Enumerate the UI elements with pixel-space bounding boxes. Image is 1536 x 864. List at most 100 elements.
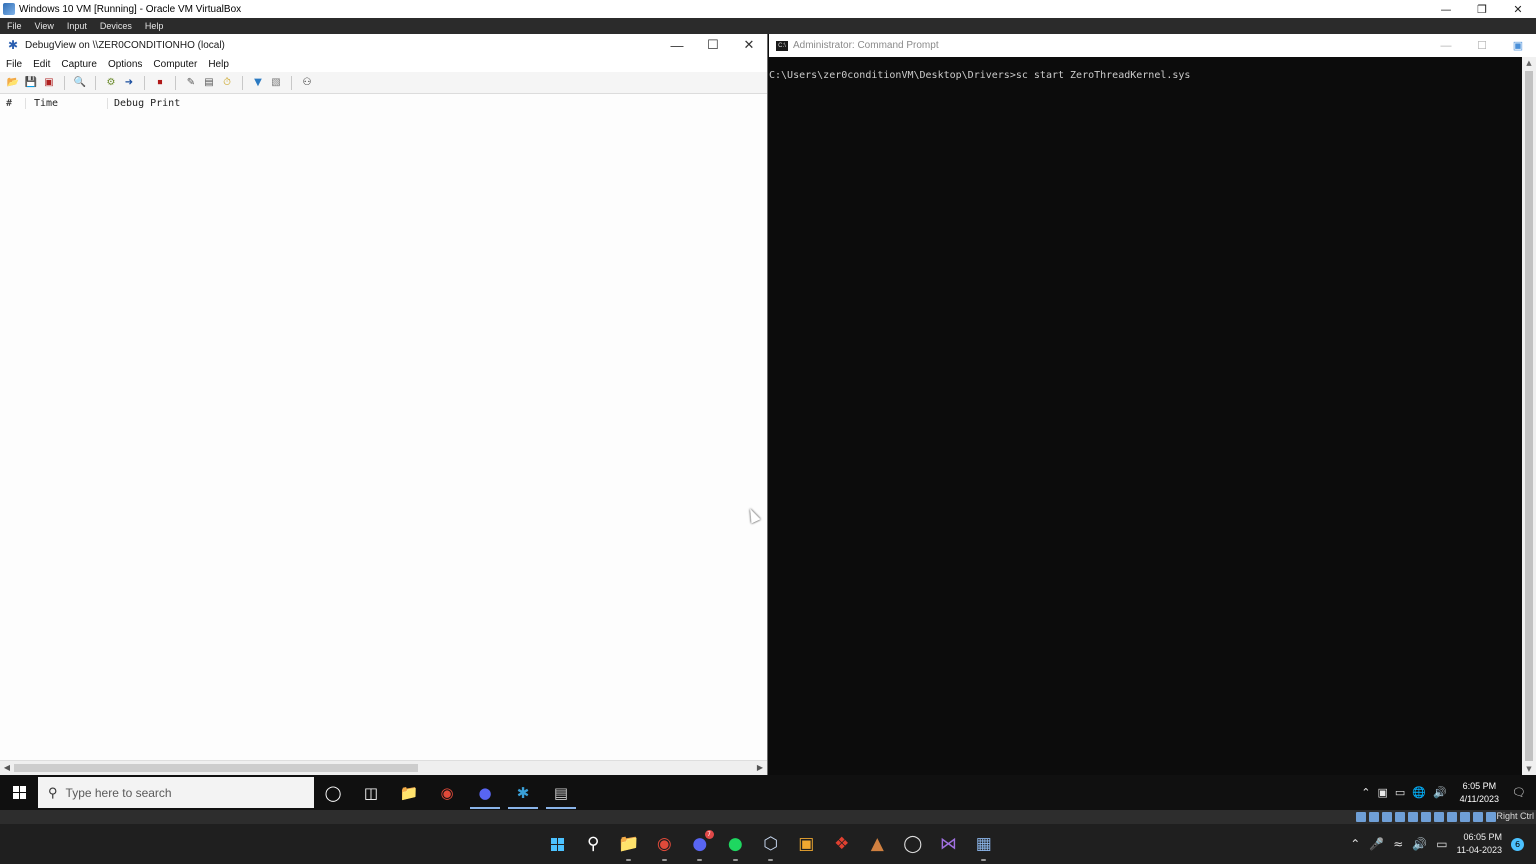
cmd-taskbar-icon[interactable]: ▤ [542, 775, 580, 810]
vertical-scrollbar[interactable]: ▲ ▼ [1522, 57, 1536, 775]
notifications-icon[interactable]: 🗨 [1512, 786, 1526, 799]
disk-icon[interactable] [1356, 812, 1366, 822]
host-file-explorer-icon[interactable]: 📁 [611, 824, 647, 864]
host-system-tray: ⌃ 🎤 ≈ 🔊 ▭ 06:05 PM 11-04-2023 6 [1350, 824, 1524, 864]
task-view-icon[interactable]: ◫ [352, 775, 390, 810]
menu-file[interactable]: File [0, 59, 27, 70]
open-icon[interactable]: 📂 [6, 76, 20, 90]
close-button[interactable]: ✕ [1500, 0, 1536, 18]
battery-icon[interactable]: ▭ [1395, 786, 1405, 799]
display-icon[interactable] [1434, 812, 1444, 822]
usb-icon[interactable] [1408, 812, 1418, 822]
host-wifi-icon[interactable]: ≈ [1393, 837, 1403, 851]
shared-folder-icon[interactable] [1421, 812, 1431, 822]
log-table-body[interactable] [0, 114, 767, 760]
menu-edit[interactable]: Edit [27, 59, 55, 70]
clock-icon[interactable]: ⏱ [220, 76, 234, 90]
host-clock[interactable]: 06:05 PM 11-04-2023 [1457, 831, 1502, 857]
host-chrome-icon[interactable]: ◉ [647, 824, 683, 864]
show-hidden-icons-icon[interactable]: ⌃ [1361, 786, 1370, 799]
minimize-button[interactable]: — [1428, 0, 1464, 18]
stop-capture-icon[interactable]: ⏹ [153, 76, 167, 90]
scrollbar-thumb[interactable] [14, 764, 418, 772]
restore-button[interactable]: ❐ [1464, 0, 1500, 18]
debugview-minimize-button[interactable]: — [659, 34, 695, 56]
host-show-hidden-icons-icon[interactable]: ⌃ [1350, 837, 1360, 851]
audio-icon[interactable] [1382, 812, 1392, 822]
debugview-maximize-button[interactable]: ☐ [695, 34, 731, 56]
cpu-icon[interactable] [1460, 812, 1470, 822]
cmd-minimize-button[interactable]: — [1428, 34, 1464, 57]
network-icon[interactable]: 🌐 [1412, 786, 1426, 799]
menu-options[interactable]: Options [102, 59, 147, 70]
host-notification-count[interactable]: 6 [1511, 837, 1524, 851]
vbox-menu-view[interactable]: View [28, 21, 60, 31]
volume-icon[interactable]: 🔊 [1433, 786, 1447, 799]
optical-drive-icon[interactable] [1369, 812, 1379, 822]
menu-computer[interactable]: Computer [147, 59, 202, 70]
column-header-time[interactable]: Time [26, 97, 108, 109]
cmd-close-button[interactable]: ▣ [1500, 34, 1536, 57]
find-icon[interactable]: ⚇ [300, 76, 314, 90]
vbox-menu-file[interactable]: File [0, 21, 28, 31]
scrollbar-thumb[interactable] [1525, 71, 1533, 761]
save-icon[interactable]: 💾 [24, 76, 38, 90]
debugview-close-button[interactable]: ✕ [731, 34, 767, 56]
host-microphone-icon[interactable]: 🎤 [1369, 837, 1384, 851]
start-button[interactable] [0, 775, 38, 810]
horizontal-scrollbar[interactable]: ◀ ▶ [0, 760, 767, 775]
cortana-icon[interactable]: ◯ [314, 775, 352, 810]
network-adapter-icon[interactable] [1395, 812, 1405, 822]
capture-kernel-icon[interactable]: ⚙ [104, 76, 118, 90]
menu-help[interactable]: Help [202, 59, 234, 70]
history-icon[interactable]: ▤ [202, 76, 216, 90]
debugview-title-bar[interactable]: ✱ DebugView on \\ZER0CONDITIONHO (local)… [0, 34, 767, 56]
capture-icon[interactable]: 🔍 [73, 76, 87, 90]
mouse-integration-icon[interactable] [1473, 812, 1483, 822]
cmd-console-output[interactable]: C:\Users\zer0conditionVM\Desktop\Drivers… [769, 57, 1536, 81]
host-obs-icon[interactable]: ◯ [895, 824, 931, 864]
guest-desktop: ✱ DebugView on \\ZER0CONDITIONHO (local)… [0, 34, 1536, 810]
vbox-window-title: Windows 10 VM [Running] - Oracle VM Virt… [19, 3, 242, 15]
tray-app-icon[interactable]: ▣ [1377, 786, 1387, 799]
vbox-menu-devices[interactable]: Devices [93, 21, 138, 31]
vbox-menu-input[interactable]: Input [60, 21, 93, 31]
discord-icon[interactable]: ● [466, 775, 504, 810]
scroll-down-icon[interactable]: ▼ [1522, 763, 1536, 775]
filter-icon[interactable]: ▼ [251, 76, 265, 90]
column-header-index[interactable]: # [0, 97, 26, 109]
chrome-icon[interactable]: ◉ [428, 775, 466, 810]
host-vm-window-icon[interactable]: ▦ [966, 824, 1002, 864]
taskbar-search-box[interactable]: ⚲ Type here to search [38, 777, 314, 808]
file-explorer-icon[interactable]: 📁 [390, 775, 428, 810]
recording-icon[interactable] [1447, 812, 1457, 822]
host-battery-icon[interactable]: ▭ [1436, 837, 1447, 851]
highlight-icon[interactable]: ▧ [269, 76, 283, 90]
scroll-left-icon[interactable]: ◀ [0, 762, 14, 774]
column-header-debug-print[interactable]: Debug Print [108, 98, 180, 109]
clear-icon[interactable]: ▣ [42, 76, 56, 90]
vbox-menu-help[interactable]: Help [138, 21, 170, 31]
host-visual-studio-icon[interactable]: ⋈ [931, 824, 967, 864]
host-davinci-icon[interactable]: ▣ [789, 824, 825, 864]
menu-capture[interactable]: Capture [55, 59, 102, 70]
host-volume-icon[interactable]: 🔊 [1412, 837, 1427, 851]
discord-notification-badge: 7 [704, 830, 714, 839]
guest-clock[interactable]: 6:05 PM 4/11/2023 [1460, 780, 1499, 806]
host-git-icon[interactable]: ❖ [824, 824, 860, 864]
host-spotify-icon[interactable]: ● [718, 824, 754, 864]
scroll-up-icon[interactable]: ▲ [1522, 57, 1536, 69]
host-virtualbox-icon[interactable]: ⬡ [753, 824, 789, 864]
keyboard-icon[interactable] [1486, 812, 1496, 822]
host-start-button[interactable] [540, 824, 576, 864]
cmd-maximize-button[interactable]: ☐ [1464, 34, 1500, 57]
scroll-right-icon[interactable]: ▶ [753, 762, 767, 774]
host-search-icon[interactable]: ⚲ [576, 824, 612, 864]
host-discord-icon[interactable]: ● 7 [682, 824, 718, 864]
autoscroll-icon[interactable]: ➜ [122, 76, 136, 90]
host-app-icon[interactable]: ▲ [860, 824, 896, 864]
cmd-title-bar[interactable]: C:\ Administrator: Command Prompt — ☐ ▣ [769, 34, 1536, 57]
debugview-toolbar: 📂 💾 ▣ 🔍 ⚙ ➜ ⏹ ✎ ▤ ⏱ ▼ ▧ ⚇ [0, 72, 767, 94]
debugview-taskbar-icon[interactable]: ✱ [504, 775, 542, 810]
edit-icon[interactable]: ✎ [184, 76, 198, 90]
